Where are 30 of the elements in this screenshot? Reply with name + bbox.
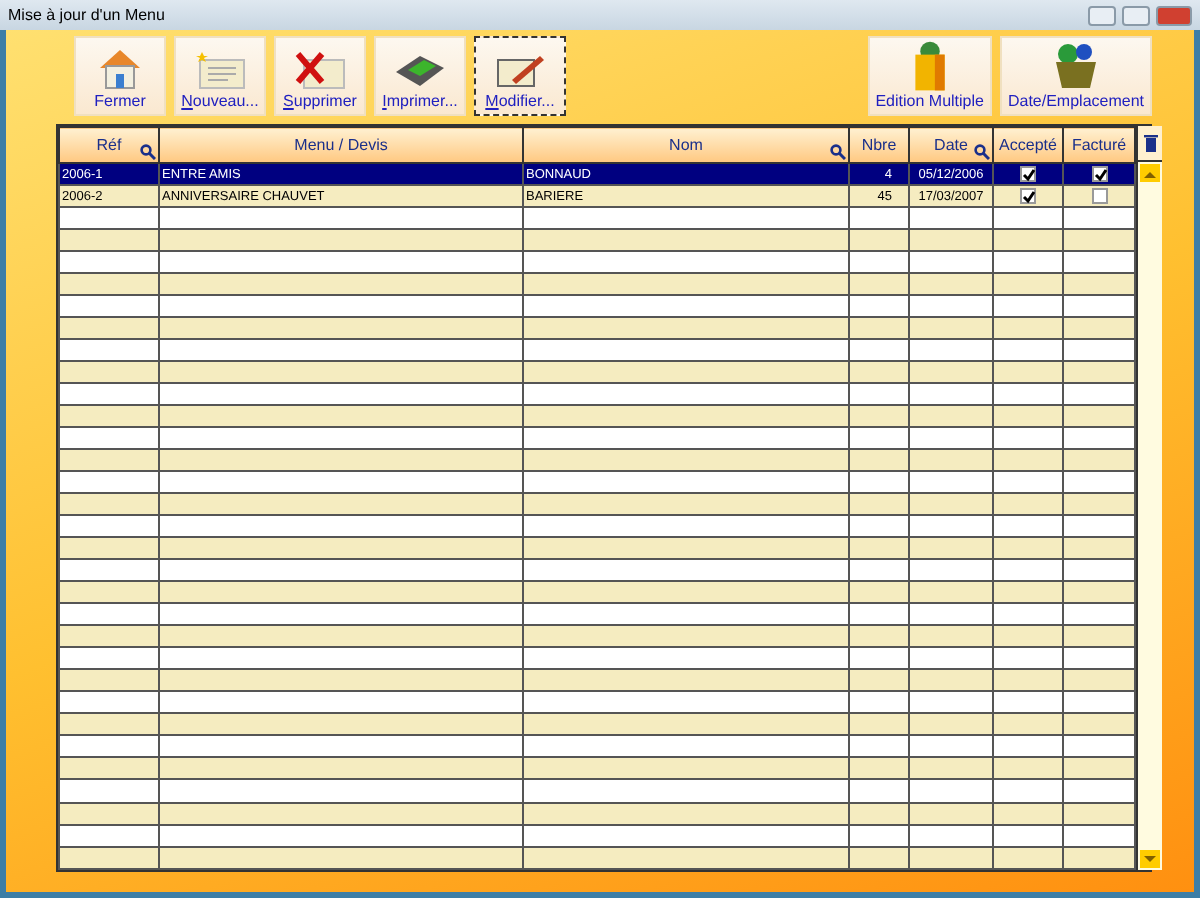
toolbar-button[interactable]: Imprimer... [374, 36, 466, 116]
caret-up-icon [1144, 169, 1156, 177]
search-icon[interactable] [974, 144, 990, 161]
column-header[interactable]: Date [909, 127, 993, 164]
caret-down-icon [1144, 855, 1156, 863]
checkbox[interactable] [1091, 188, 1107, 205]
scroll-up-button[interactable] [1140, 164, 1160, 182]
column-header[interactable]: Facturé [1063, 127, 1135, 164]
scroll-down-button[interactable] [1140, 850, 1160, 868]
toolbar-button[interactable]: Edition Multiple [867, 36, 992, 116]
column-header[interactable]: Réf [59, 127, 159, 164]
window-title: Mise à jour d'un Menu [8, 6, 167, 24]
toolbar-button[interactable]: Date/Emplacement [999, 36, 1152, 116]
column-header[interactable]: Accepté [993, 127, 1063, 164]
toolbar-button[interactable]: Supprimer [274, 36, 366, 116]
toolbar-button[interactable]: Modifier... [474, 36, 566, 116]
trash-icon[interactable] [1143, 134, 1157, 152]
toolbar-button[interactable]: Fermer [74, 36, 166, 116]
checkbox[interactable] [1091, 166, 1107, 183]
search-icon[interactable] [830, 144, 846, 161]
checkbox[interactable] [1020, 188, 1036, 205]
checkbox[interactable] [1020, 166, 1036, 183]
close-button[interactable] [1156, 5, 1192, 25]
column-header[interactable]: Menu / Devis [159, 127, 523, 164]
column-header[interactable]: Nom [523, 127, 849, 164]
delete-icon [292, 48, 348, 92]
column-header[interactable]: Nbre [849, 127, 909, 164]
toolbar-button[interactable]: Nouveau... [174, 36, 266, 116]
document-icon [192, 48, 248, 92]
search-icon[interactable] [140, 144, 156, 161]
